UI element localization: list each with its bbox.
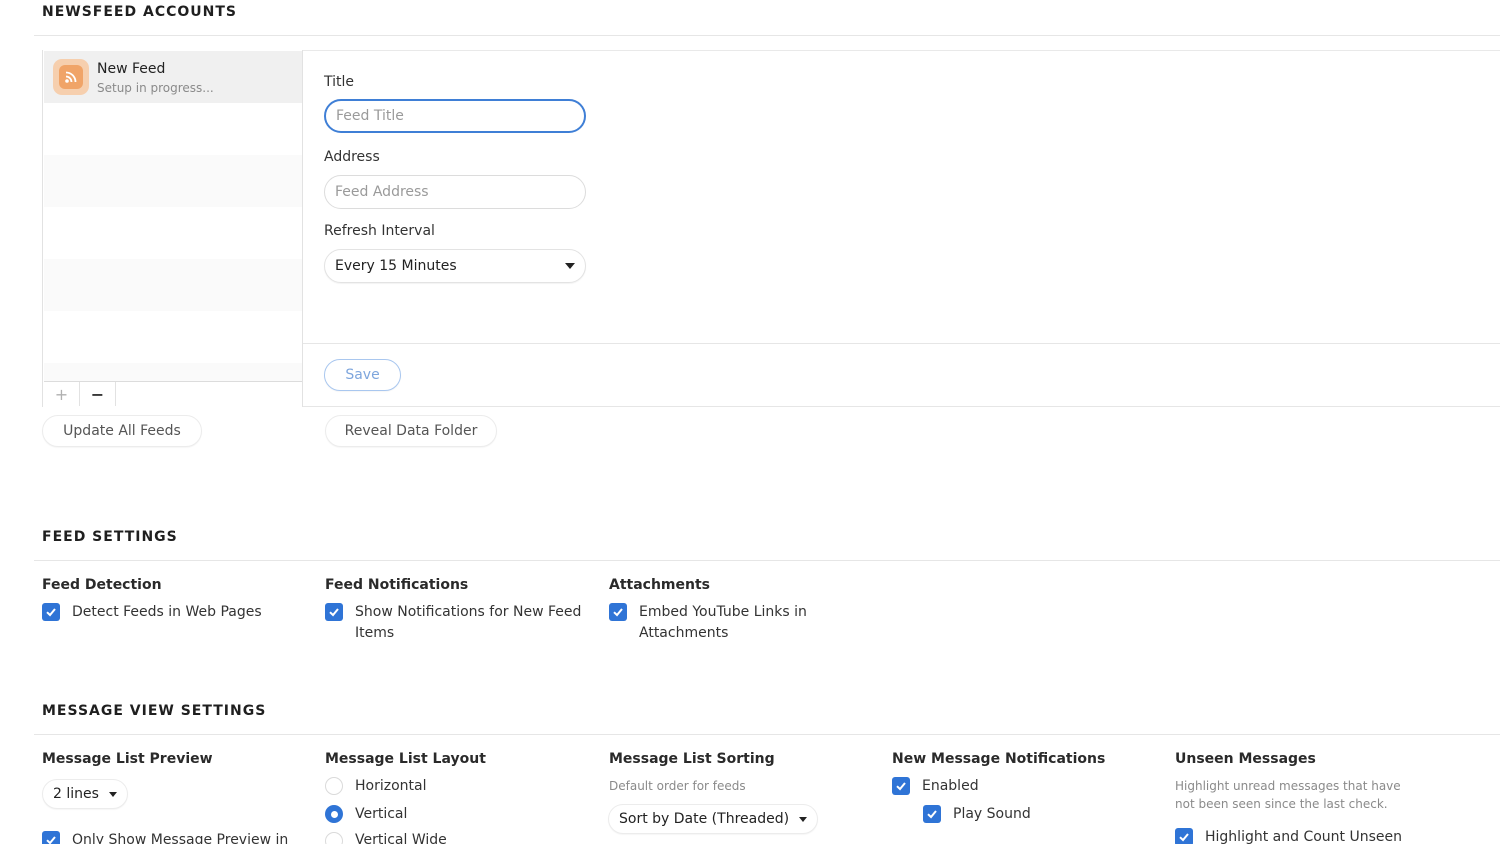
feed-title-input[interactable] xyxy=(324,99,586,133)
feed-notifications-title: Feed Notifications xyxy=(325,577,469,593)
reveal-data-folder-button[interactable]: Reveal Data Folder xyxy=(325,415,497,447)
play-sound-label: Play Sound xyxy=(953,806,1031,822)
refresh-interval-label: Refresh Interval xyxy=(324,223,435,239)
checkmark-icon xyxy=(892,777,910,795)
only-show-preview-checkbox[interactable]: Only Show Message Preview in xyxy=(42,830,312,844)
layout-vertical-wide-label: Vertical Wide xyxy=(355,832,447,844)
title-label: Title xyxy=(324,74,355,90)
sort-order-select[interactable]: Sort by Date (Threaded) xyxy=(608,804,819,834)
list-stripe xyxy=(44,259,302,311)
feed-settings-heading: FEED SETTINGS xyxy=(42,529,178,545)
feed-status: Setup in progress... xyxy=(97,81,214,95)
layout-vertical-label: Vertical xyxy=(355,806,408,822)
layout-vertical-radio[interactable]: Vertical xyxy=(325,805,407,823)
refresh-interval-value: Every 15 Minutes xyxy=(335,258,457,274)
save-button[interactable]: Save xyxy=(324,359,401,391)
rss-icon xyxy=(53,59,89,95)
only-show-preview-label: Only Show Message Preview in xyxy=(72,832,289,844)
radio-icon xyxy=(325,777,343,795)
new-message-notifications-title: New Message Notifications xyxy=(892,751,1106,767)
show-notifications-checkbox[interactable]: Show Notifications for New Feed Items xyxy=(325,602,587,644)
sort-order-value: Sort by Date (Threaded) xyxy=(619,811,790,827)
preview-lines-value: 2 lines xyxy=(53,786,99,802)
list-stripe xyxy=(44,363,302,381)
play-sound-checkbox[interactable]: Play Sound xyxy=(923,804,1031,825)
message-list-layout-title: Message List Layout xyxy=(325,751,486,767)
show-notifications-label: Show Notifications for New Feed Items xyxy=(355,604,582,641)
caret-down-icon xyxy=(565,263,575,269)
notifications-enabled-label: Enabled xyxy=(922,778,979,794)
checkmark-icon xyxy=(325,603,343,621)
feed-name: New Feed xyxy=(97,61,166,77)
message-view-settings-heading: MESSAGE VIEW SETTINGS xyxy=(42,703,267,719)
layout-horizontal-label: Horizontal xyxy=(355,778,427,794)
section-divider xyxy=(34,734,1500,735)
highlight-unseen-checkbox[interactable]: Highlight and Count Unseen xyxy=(1175,827,1402,844)
sorting-subtitle: Default order for feeds xyxy=(609,779,746,793)
checkmark-icon xyxy=(42,603,60,621)
section-divider xyxy=(34,35,1500,36)
preview-lines-select[interactable]: 2 lines xyxy=(42,779,128,809)
remove-feed-button[interactable]: − xyxy=(80,382,116,406)
checkmark-icon xyxy=(42,831,60,844)
embed-youtube-checkbox[interactable]: Embed YouTube Links in Attachments xyxy=(609,602,824,644)
unseen-messages-title: Unseen Messages xyxy=(1175,751,1316,767)
radio-selected-icon xyxy=(325,805,343,823)
message-list-preview-title: Message List Preview xyxy=(42,751,213,767)
feed-detection-title: Feed Detection xyxy=(42,577,162,593)
detect-feeds-checkbox[interactable]: Detect Feeds in Web Pages xyxy=(42,602,282,623)
form-divider xyxy=(303,343,1500,344)
update-all-feeds-button[interactable]: Update All Feeds xyxy=(42,415,202,447)
notifications-enabled-checkbox[interactable]: Enabled xyxy=(892,776,979,797)
feed-list-item[interactable]: New Feed Setup in progress... xyxy=(44,51,302,103)
checkmark-icon xyxy=(609,603,627,621)
attachments-title: Attachments xyxy=(609,577,711,593)
unseen-subtitle: Highlight unread messages that have not … xyxy=(1175,779,1401,811)
caret-down-icon xyxy=(108,791,117,797)
feed-list-toolbar: + − xyxy=(44,381,302,406)
add-feed-button[interactable]: + xyxy=(44,382,80,406)
checkmark-icon xyxy=(1175,828,1193,844)
feed-address-input[interactable] xyxy=(324,175,586,209)
layout-vertical-wide-radio[interactable]: Vertical Wide xyxy=(325,832,447,844)
highlight-unseen-label: Highlight and Count Unseen xyxy=(1205,829,1402,844)
refresh-interval-select[interactable]: Every 15 Minutes xyxy=(324,249,586,283)
newsfeed-accounts-heading: NEWSFEED ACCOUNTS xyxy=(42,4,237,20)
embed-youtube-label: Embed YouTube Links in Attachments xyxy=(639,604,807,641)
caret-down-icon xyxy=(799,816,808,822)
detect-feeds-label: Detect Feeds in Web Pages xyxy=(72,604,262,620)
checkmark-icon xyxy=(923,805,941,823)
section-divider xyxy=(34,560,1500,561)
list-stripe xyxy=(44,155,302,207)
feed-list: New Feed Setup in progress... + − xyxy=(42,50,303,407)
message-list-sorting-title: Message List Sorting xyxy=(609,751,775,767)
address-label: Address xyxy=(324,149,380,165)
radio-icon xyxy=(325,832,343,844)
layout-horizontal-radio[interactable]: Horizontal xyxy=(325,777,426,795)
